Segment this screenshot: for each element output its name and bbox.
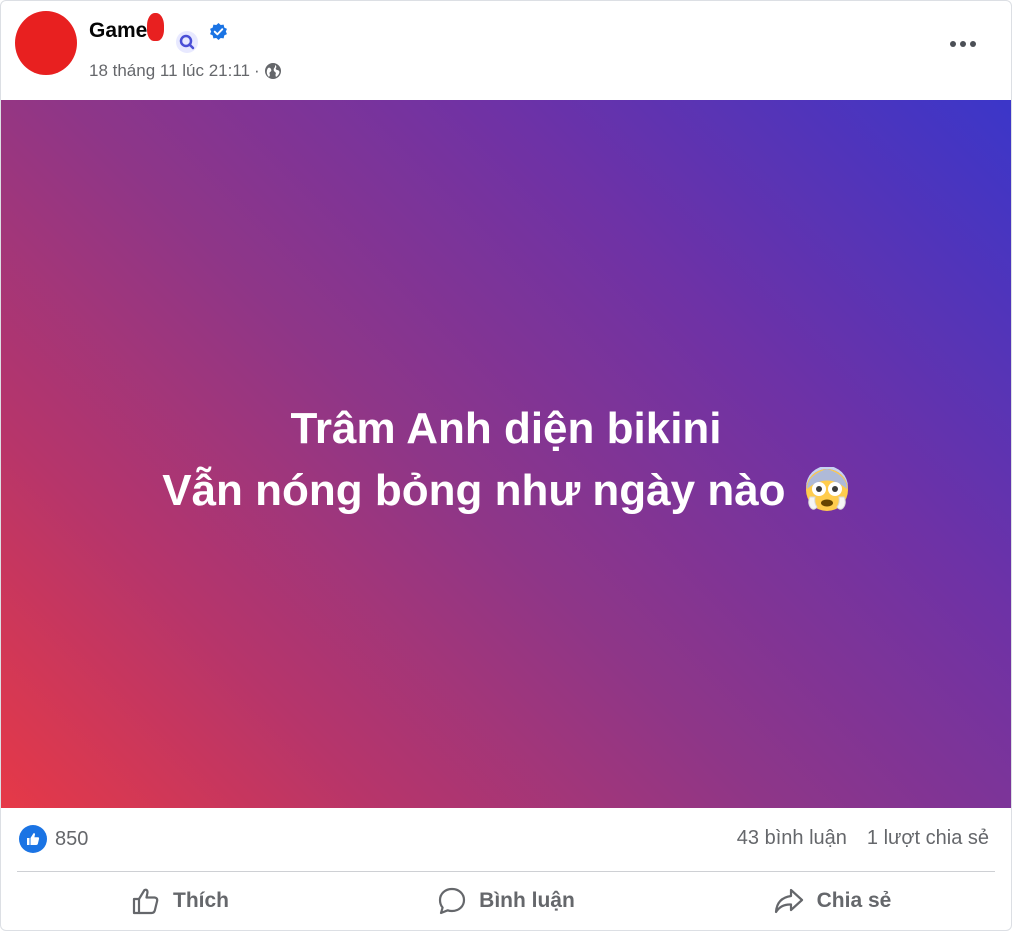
like-count: 850: [55, 827, 89, 850]
like-button[interactable]: Thích: [17, 875, 343, 927]
flushed-face-emoji-icon: [805, 467, 848, 511]
more-options-button[interactable]: [941, 27, 985, 61]
share-button-label: Chia sẻ: [816, 889, 892, 912]
reactions-summary[interactable]: 850: [19, 825, 88, 853]
thumbs-up-icon: [132, 888, 159, 915]
share-button[interactable]: Chia sẻ: [669, 875, 995, 927]
like-reaction-icon: [19, 825, 47, 853]
post-timestamp[interactable]: 18 tháng 11 lúc 21:11: [89, 61, 250, 81]
globe-icon: [264, 63, 281, 79]
post-text-line-1: Trâm Anh diện bikini: [290, 404, 722, 453]
post-text: Trâm Anh diện bikini Vẫn nóng bỏng như n…: [162, 398, 850, 522]
comment-bubble-icon: [439, 887, 466, 915]
comment-button[interactable]: Bình luận: [343, 875, 669, 927]
meta-separator: ·: [254, 61, 260, 80]
facebook-post-card: Game 18 tháng 11 lúc 21:11 · Trâm Anh di…: [0, 0, 1012, 931]
share-count-link[interactable]: 1 lượt chia sẻ: [867, 827, 989, 850]
post-text-line-2-text: Vẫn nóng bỏng như ngày nào: [162, 466, 786, 515]
engagement-counts: 43 bình luận 1 lượt chia sẻ: [737, 827, 989, 850]
post-stats-bar: 850 43 bình luận 1 lượt chia sẻ: [1, 809, 1011, 869]
redaction-mark: [147, 13, 165, 41]
post-header: Game 18 tháng 11 lúc 21:11 ·: [1, 1, 1011, 99]
post-background-banner[interactable]: Trâm Anh diện bikini Vẫn nóng bỏng như n…: [1, 100, 1011, 808]
more-dot-icon: [970, 41, 976, 47]
more-dot-icon: [950, 41, 956, 47]
action-divider: [17, 871, 995, 872]
avatar[interactable]: [15, 11, 77, 75]
post-text-line-2: Vẫn nóng bỏng như ngày nào: [162, 460, 850, 522]
comment-count-link[interactable]: 43 bình luận: [737, 827, 847, 850]
post-action-bar: Thích Bình luận Chia sẻ: [17, 875, 995, 927]
post-meta: 18 tháng 11 lúc 21:11 ·: [89, 61, 282, 81]
search-badge-icon[interactable]: [176, 31, 198, 53]
comment-button-label: Bình luận: [479, 889, 575, 912]
author-name-text[interactable]: Game: [89, 19, 147, 43]
share-arrow-icon: [774, 888, 803, 914]
like-button-label: Thích: [173, 889, 229, 912]
more-dot-icon: [960, 41, 966, 47]
verified-badge-icon: [210, 22, 227, 41]
author-name[interactable]: Game: [89, 13, 165, 45]
